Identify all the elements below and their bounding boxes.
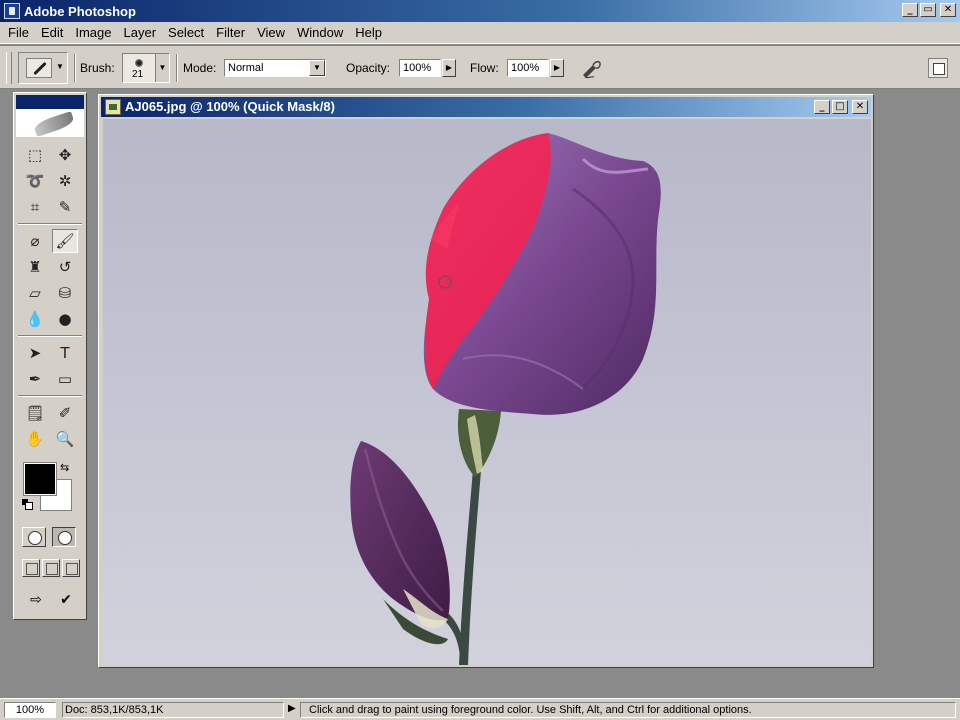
menu-file[interactable]: File (2, 25, 35, 40)
flow-slider-button[interactable]: ▶ (550, 59, 564, 77)
foreground-color-swatch[interactable] (23, 462, 57, 496)
separator (176, 54, 178, 82)
chevron-down-icon: ▼ (309, 60, 325, 76)
photoshop-app-icon (4, 3, 20, 19)
close-button[interactable]: ✕ (940, 3, 956, 17)
app-titlebar: Adobe Photoshop _ ▭ ✕ (0, 0, 960, 22)
blur-tool-icon[interactable]: 💧 (22, 307, 48, 331)
tool-preset-picker[interactable]: ▼ (18, 52, 68, 84)
zoom-tool-icon[interactable]: 🔍 (52, 427, 78, 451)
dodge-tool-icon[interactable]: ● (52, 307, 78, 331)
standard-screen-mode-button[interactable] (22, 559, 40, 577)
type-tool-icon[interactable]: T (52, 341, 78, 365)
notes-tool-icon[interactable]: 🗒 (22, 401, 48, 425)
opacity-field[interactable]: 100% (399, 59, 441, 77)
brush-picker[interactable]: 21 ▼ (122, 53, 170, 83)
slice-tool-icon[interactable]: ✎ (52, 195, 78, 219)
brush-size: 21 (132, 69, 144, 80)
brush-tool-icon[interactable]: 🖌 (52, 229, 78, 253)
minimize-button[interactable]: _ (902, 3, 918, 17)
flow-field[interactable]: 100% (507, 59, 549, 77)
history-brush-tool-icon[interactable]: ↺ (52, 255, 78, 279)
menu-layer[interactable]: Layer (118, 25, 163, 40)
mode-label: Mode: (183, 61, 217, 75)
opacity-label: Opacity: (346, 61, 391, 75)
path-selection-tool-icon[interactable]: ➤ (22, 341, 48, 365)
document-size-info[interactable]: Doc: 853,1K/853,1K (62, 702, 284, 718)
standard-mode-button[interactable] (22, 527, 46, 547)
separator (18, 223, 82, 225)
lasso-tool-icon[interactable]: ➰ (22, 169, 48, 193)
healing-brush-tool-icon[interactable]: ⌀ (22, 229, 48, 253)
document-maximize-button[interactable]: □ (832, 100, 848, 114)
restore-button[interactable]: ▭ (920, 3, 936, 17)
document-icon (105, 99, 121, 115)
document-title: AJ065.jpg @ 100% (Quick Mask/8) (125, 99, 335, 114)
swap-colors-icon[interactable]: ⇆ (60, 461, 69, 474)
toolbox-header[interactable] (16, 95, 84, 109)
move-tool-icon[interactable]: ✥ (52, 143, 78, 167)
menu-window[interactable]: Window (291, 25, 349, 40)
clone-stamp-tool-icon[interactable]: ♜ (22, 255, 48, 279)
marquee-tool-icon[interactable]: ⬚ (22, 143, 48, 167)
toolbox: ⬚ ✥ ➰ ✲ ⌗ ✎ ⌀ 🖌 ♜ ↺ ▱ ⛁ 💧 ● ➤ T ✒ ▭ 🗒 ✐ … (13, 92, 87, 620)
airbrush-icon[interactable] (578, 56, 604, 80)
app-title: Adobe Photoshop (24, 3, 136, 19)
menu-edit[interactable]: Edit (35, 25, 69, 40)
chevron-down-icon: ▼ (155, 54, 169, 82)
zoom-level-field[interactable]: 100% (4, 702, 56, 718)
mode-select[interactable]: Normal ▼ (224, 59, 326, 77)
full-screen-menu-mode-button[interactable] (42, 559, 60, 577)
status-menu-arrow-icon[interactable]: ▶ (288, 703, 296, 714)
menu-filter[interactable]: Filter (210, 25, 251, 40)
hand-tool-icon[interactable]: ✋ (22, 427, 48, 451)
separator (74, 54, 76, 82)
crop-tool-icon[interactable]: ⌗ (22, 195, 48, 219)
flow-label: Flow: (470, 61, 499, 75)
opacity-slider-button[interactable]: ▶ (442, 59, 456, 77)
image-canvas[interactable] (103, 119, 871, 665)
rectangle-tool-icon[interactable]: ▭ (52, 367, 78, 391)
brush-label: Brush: (80, 61, 115, 75)
menu-view[interactable]: View (251, 25, 291, 40)
eyedropper-tool-icon[interactable]: ✐ (52, 401, 78, 425)
status-bar: 100% Doc: 853,1K/853,1K ▶ Click and drag… (0, 698, 960, 720)
menu-image[interactable]: Image (69, 25, 117, 40)
document-window: AJ065.jpg @ 100% (Quick Mask/8) _ □ ✕ (98, 94, 874, 668)
brush-tool-icon (26, 58, 52, 78)
document-window-controls: _ □ ✕ (814, 100, 868, 114)
adobe-online-logo[interactable] (16, 109, 84, 137)
quick-mask-mode-button[interactable] (52, 527, 76, 547)
mode-value: Normal (228, 62, 264, 74)
document-minimize-button[interactable]: _ (814, 100, 830, 114)
jump-to-imageready-icon[interactable]: ⇨ (22, 589, 50, 611)
menu-bar: File Edit Image Layer Select Filter View… (0, 22, 960, 44)
pen-tool-icon[interactable]: ✒ (22, 367, 48, 391)
document-titlebar[interactable]: AJ065.jpg @ 100% (Quick Mask/8) _ □ ✕ (101, 97, 871, 117)
imageready-icon[interactable]: ✔ (52, 589, 80, 611)
app-window-controls: _ ▭ ✕ (902, 3, 956, 17)
chevron-down-icon: ▼ (56, 62, 64, 71)
paint-bucket-tool-icon[interactable]: ⛁ (52, 281, 78, 305)
palette-well-icon[interactable] (928, 58, 948, 78)
options-bar-grip[interactable] (6, 52, 12, 84)
separator (18, 335, 82, 337)
menu-select[interactable]: Select (162, 25, 210, 40)
magic-wand-tool-icon[interactable]: ✲ (52, 169, 78, 193)
tool-hint-text: Click and drag to paint using foreground… (300, 702, 956, 718)
document-close-button[interactable]: ✕ (852, 100, 868, 114)
separator (18, 395, 82, 397)
feather-icon (32, 111, 76, 137)
flower-photo (350, 133, 661, 665)
eraser-tool-icon[interactable]: ▱ (22, 281, 48, 305)
full-screen-mode-button[interactable] (62, 559, 80, 577)
default-colors-icon[interactable] (22, 499, 33, 510)
menu-help[interactable]: Help (349, 25, 388, 40)
options-bar: ▼ Brush: 21 ▼ Mode: Normal ▼ Opacity: 10… (0, 45, 960, 89)
brush-tip-icon (135, 59, 143, 67)
